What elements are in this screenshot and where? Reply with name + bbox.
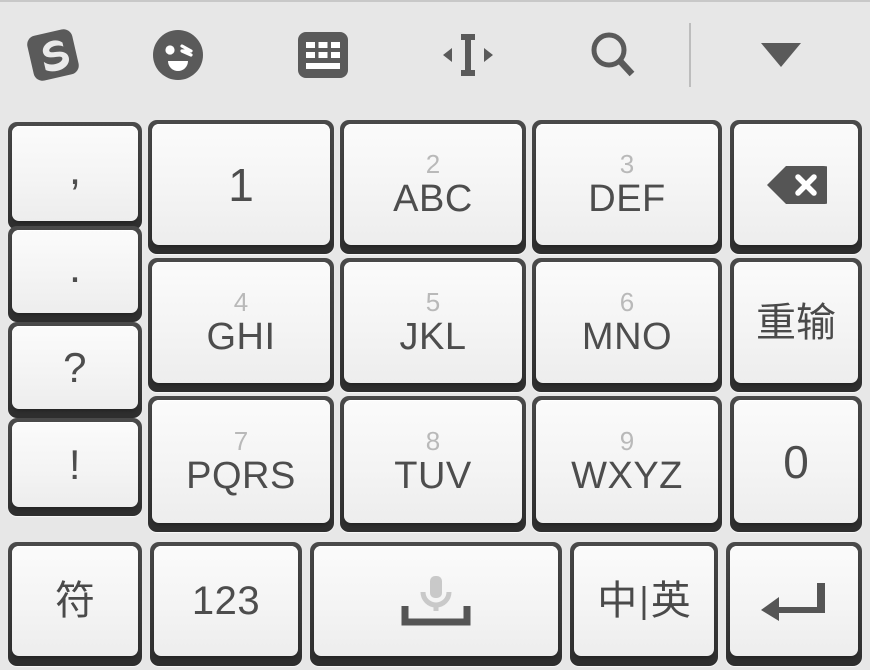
key-letters: DEF: [588, 178, 666, 220]
key-question[interactable]: ?: [8, 322, 142, 418]
collapse-keyboard-button[interactable]: [691, 2, 870, 107]
cursor-move-icon: [432, 27, 504, 83]
key-lang-toggle[interactable]: 中 | 英: [570, 542, 718, 666]
key-5-jkl[interactable]: 5 JKL: [340, 258, 526, 392]
toolbar: [0, 2, 870, 107]
key-space[interactable]: [310, 542, 562, 666]
enter-icon: [757, 577, 831, 625]
key-label: !: [68, 440, 82, 488]
cursor-move-button[interactable]: [395, 2, 540, 107]
sogou-logo-button[interactable]: [0, 2, 105, 107]
keyboard-app: , . ? ! 1 2 ABC 3 DEF 4 GHI 5 JKL 6 MNO …: [0, 0, 870, 670]
key-letters: PQRS: [186, 455, 296, 497]
key-3-def[interactable]: 3 DEF: [532, 120, 722, 254]
search-button[interactable]: [540, 2, 685, 107]
keyboard-switch-button[interactable]: [250, 2, 395, 107]
key-digit: 9: [619, 426, 635, 456]
key-8-tuv[interactable]: 8 TUV: [340, 396, 526, 532]
key-enter[interactable]: [726, 542, 862, 666]
key-6-mno[interactable]: 6 MNO: [532, 258, 722, 392]
key-letters: GHI: [206, 316, 276, 358]
key-digit: 2: [425, 149, 441, 179]
key-label: 符: [55, 578, 95, 624]
search-icon: [585, 27, 641, 83]
key-letters: WXYZ: [571, 455, 683, 497]
key-label: 123: [191, 579, 261, 623]
key-digit: 8: [425, 426, 441, 456]
key-digit: 3: [619, 149, 635, 179]
emoji-icon: [149, 26, 207, 84]
key-label: ,: [68, 145, 82, 195]
key-letters: JKL: [399, 316, 467, 358]
collapse-keyboard-icon: [753, 37, 809, 73]
key-letters: ABC: [393, 178, 473, 220]
key-9-wxyz[interactable]: 9 WXYZ: [532, 396, 722, 532]
key-backspace[interactable]: [730, 120, 862, 254]
key-2-abc[interactable]: 2 ABC: [340, 120, 526, 254]
key-label-en: 英: [650, 578, 691, 624]
backspace-icon: [765, 163, 827, 207]
key-digit: 1: [228, 158, 254, 211]
key-digit: 7: [233, 426, 249, 456]
key-label-cn: 中: [597, 578, 638, 624]
key-letters: TUV: [394, 455, 472, 497]
space-mic-icon: [393, 570, 479, 632]
key-period[interactable]: .: [8, 226, 142, 322]
key-symbols[interactable]: 符: [8, 542, 142, 666]
key-1[interactable]: 1: [148, 120, 334, 254]
key-digit: 6: [619, 287, 635, 317]
key-label: .: [68, 243, 82, 293]
keyboard-icon: [295, 29, 351, 81]
emoji-button[interactable]: [105, 2, 250, 107]
key-letters: MNO: [581, 316, 673, 358]
sogou-logo-icon: [22, 24, 84, 86]
key-digit: 0: [783, 435, 809, 488]
key-123[interactable]: 123: [150, 542, 302, 666]
key-4-ghi[interactable]: 4 GHI: [148, 258, 334, 392]
key-reinput[interactable]: 重输: [730, 258, 862, 392]
key-0[interactable]: 0: [730, 396, 862, 532]
key-label: 重输: [756, 299, 836, 346]
key-digit: 5: [425, 287, 441, 317]
key-exclamation[interactable]: !: [8, 418, 142, 516]
key-comma[interactable]: ,: [8, 122, 142, 230]
key-digit: 4: [233, 287, 249, 317]
key-7-pqrs[interactable]: 7 PQRS: [148, 396, 334, 532]
key-label: ?: [63, 343, 87, 391]
key-label-separator: |: [638, 581, 650, 621]
